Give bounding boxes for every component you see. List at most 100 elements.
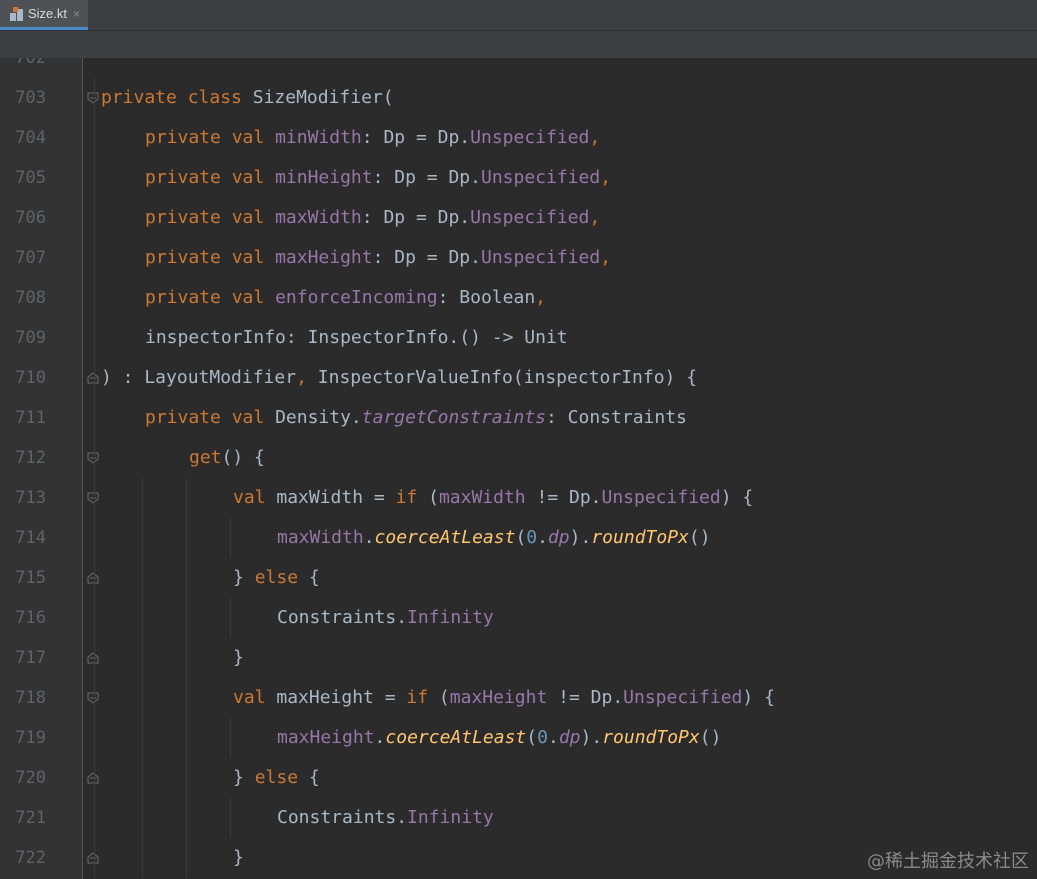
code-token: , bbox=[589, 207, 601, 228]
code-token: Constraints. bbox=[277, 607, 408, 628]
fold-open-icon[interactable] bbox=[87, 452, 99, 464]
code-token: private bbox=[145, 207, 232, 228]
code-token: Unspecified bbox=[470, 207, 590, 228]
code-token: Unspecified bbox=[470, 127, 590, 148]
code-token: ) { bbox=[720, 487, 754, 508]
code-token: maxHeight bbox=[275, 247, 373, 268]
code-token: : Dp = Dp. bbox=[361, 127, 471, 148]
code-token: . bbox=[363, 527, 375, 548]
code-line[interactable]: } bbox=[233, 838, 244, 878]
code-token: dp bbox=[547, 527, 570, 548]
code-token: Infinity bbox=[407, 607, 494, 628]
watermark: @稀土掘金技术社区 bbox=[867, 851, 1029, 872]
code-line[interactable]: val maxWidth = if (maxWidth != Dp.Unspec… bbox=[233, 478, 753, 518]
fold-open-icon[interactable] bbox=[87, 692, 99, 704]
code-token: : Constraints bbox=[546, 407, 687, 428]
code-line[interactable]: private val maxHeight: Dp = Dp.Unspecifi… bbox=[145, 238, 611, 278]
code-token: ). bbox=[580, 727, 603, 748]
code-token: private bbox=[145, 167, 232, 188]
code-token: Infinity bbox=[407, 807, 494, 828]
fold-close-icon[interactable] bbox=[87, 772, 99, 784]
code-line[interactable]: } bbox=[233, 638, 244, 678]
code-line[interactable]: maxHeight.coerceAtLeast(0.dp).roundToPx(… bbox=[277, 718, 721, 758]
code-token: () bbox=[688, 527, 711, 548]
code-token: roundToPx bbox=[591, 527, 689, 548]
code-token: maxWidth bbox=[275, 207, 362, 228]
code-token: val bbox=[233, 487, 277, 508]
code-line[interactable]: } else { bbox=[233, 758, 320, 798]
code-token: . bbox=[547, 727, 559, 748]
tab-size-kt[interactable]: Size.kt × bbox=[0, 0, 88, 30]
line-number: 708 bbox=[15, 288, 46, 308]
code-token: private bbox=[145, 247, 232, 268]
code-token: () bbox=[699, 727, 722, 748]
code-line[interactable]: private val maxWidth: Dp = Dp.Unspecifie… bbox=[145, 198, 600, 238]
code-token: val bbox=[231, 167, 276, 188]
code-token: maxWidth bbox=[277, 527, 364, 548]
code-token: private bbox=[145, 407, 232, 428]
gutter-separator bbox=[82, 58, 83, 879]
fold-open-icon[interactable] bbox=[87, 92, 99, 104]
code-line[interactable]: private val minHeight: Dp = Dp.Unspecifi… bbox=[145, 158, 611, 198]
line-number: 709 bbox=[15, 328, 46, 348]
code-token: inspectorInfo: InspectorInfo.() -> Unit bbox=[145, 327, 568, 348]
code-token: val bbox=[231, 127, 276, 148]
fold-open-icon[interactable] bbox=[87, 492, 99, 504]
code-token: ). bbox=[569, 527, 592, 548]
code-line[interactable]: Constraints.Infinity bbox=[277, 598, 494, 638]
code-line[interactable]: ) : LayoutModifier, InspectorValueInfo(i… bbox=[101, 358, 697, 398]
code-line[interactable]: get() { bbox=[189, 438, 265, 478]
code-line[interactable]: private class SizeModifier( bbox=[101, 78, 394, 118]
line-number: 722 bbox=[15, 848, 46, 868]
code-token: , bbox=[600, 167, 612, 188]
line-number: 703 bbox=[15, 88, 46, 108]
code-token: InspectorValueInfo(inspectorInfo) { bbox=[317, 367, 698, 388]
line-number: 714 bbox=[15, 528, 46, 548]
code-line[interactable]: val maxHeight = if (maxHeight != Dp.Unsp… bbox=[233, 678, 775, 718]
code-line[interactable]: } else { bbox=[233, 558, 320, 598]
code-token: maxWidth bbox=[438, 487, 526, 508]
code-token: , bbox=[589, 127, 601, 148]
indent-guide bbox=[230, 598, 231, 638]
editor-tab-bar: Size.kt × bbox=[0, 0, 1037, 31]
line-number: 719 bbox=[15, 728, 46, 748]
code-token: private bbox=[145, 287, 232, 308]
line-number: 720 bbox=[15, 768, 46, 788]
code-token: ( bbox=[428, 487, 439, 508]
code-line[interactable]: private val enforceIncoming: Boolean, bbox=[145, 278, 546, 318]
code-line[interactable]: private val minWidth: Dp = Dp.Unspecifie… bbox=[145, 118, 600, 158]
line-number: 716 bbox=[15, 608, 46, 628]
line-number: 710 bbox=[15, 368, 46, 388]
code-token: 0 bbox=[537, 727, 548, 748]
code-token: val bbox=[231, 287, 276, 308]
indent-guide bbox=[186, 478, 187, 878]
fold-close-icon[interactable] bbox=[87, 372, 99, 384]
code-line[interactable]: Constraints.Infinity bbox=[277, 798, 494, 838]
fold-close-icon[interactable] bbox=[87, 852, 99, 864]
code-token: } bbox=[233, 647, 244, 668]
code-token: ) { bbox=[742, 687, 775, 708]
line-number: 721 bbox=[15, 808, 46, 828]
code-token: Unspecified bbox=[480, 247, 601, 268]
code-line[interactable]: inspectorInfo: InspectorInfo.() -> Unit bbox=[145, 318, 568, 358]
code-line[interactable]: private val Density.targetConstraints: C… bbox=[145, 398, 687, 438]
code-token: () { bbox=[221, 447, 265, 468]
code-editor[interactable]: 703 private class SizeModifier(704 private… bbox=[0, 58, 1037, 879]
code-line[interactable]: maxWidth.coerceAtLeast(0.dp).roundToPx() bbox=[277, 518, 711, 558]
line-number: 717 bbox=[15, 648, 46, 668]
close-tab-icon[interactable]: × bbox=[73, 7, 80, 21]
code-token: Unspecified bbox=[623, 687, 743, 708]
code-token: private bbox=[101, 87, 188, 108]
code-token: Density. bbox=[275, 407, 362, 428]
code-token: dp bbox=[558, 727, 581, 748]
code-token: val bbox=[231, 407, 276, 428]
code-token: get bbox=[189, 447, 222, 468]
fold-close-icon[interactable] bbox=[87, 572, 99, 584]
code-token: else bbox=[254, 767, 309, 788]
code-token: ) : LayoutModifier bbox=[101, 367, 297, 388]
fold-close-icon[interactable] bbox=[87, 652, 99, 664]
indent-guide bbox=[230, 518, 231, 558]
line-number: 715 bbox=[15, 568, 46, 588]
code-token: != Dp. bbox=[525, 487, 602, 508]
code-token: val bbox=[231, 207, 276, 228]
